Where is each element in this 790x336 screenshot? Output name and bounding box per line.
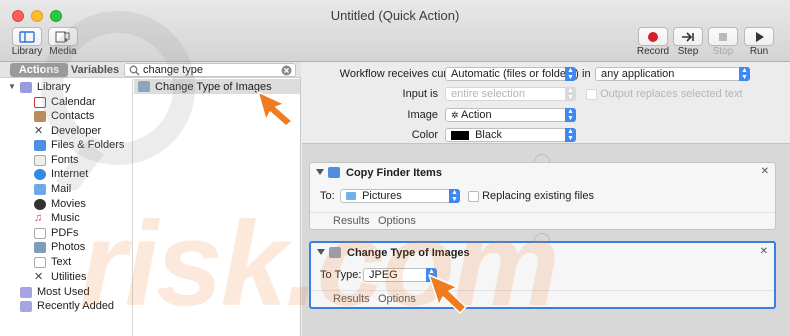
close-icon[interactable]: ✕ <box>761 166 769 177</box>
sidebar-item-label: Text <box>51 256 72 268</box>
action-connector <box>534 233 550 241</box>
replacing-label: Replacing existing files <box>482 190 594 202</box>
preview-icon <box>329 247 341 258</box>
sidebar-item-pdfs[interactable]: PDFs <box>34 226 79 240</box>
stop-button[interactable] <box>708 27 738 46</box>
sidebar-item-music[interactable]: ♫ Music <box>34 211 80 225</box>
chevron-updown-icon: ▲▼ <box>739 67 750 81</box>
folder-icon <box>346 192 356 201</box>
sidebar-item-movies[interactable]: Movies <box>34 197 86 211</box>
sidebar-item-label: Photos <box>51 241 86 253</box>
action-title: Copy Finder Items <box>346 167 442 179</box>
action-header: Copy Finder Items ✕ <box>310 163 775 183</box>
run-button[interactable] <box>744 27 774 46</box>
disclosure-triangle-icon[interactable] <box>317 249 325 255</box>
clear-search-icon[interactable] <box>281 65 292 76</box>
photos-icon <box>34 241 46 253</box>
color-value: Black <box>475 129 502 141</box>
sidebar-item-utilities[interactable]: ✕ Utilities <box>34 270 86 284</box>
results-tab[interactable]: Results <box>333 215 370 227</box>
sidebar-item-label: Movies <box>51 198 86 210</box>
action-connector <box>534 154 550 162</box>
sidebar-item-label: Recently Added <box>37 300 115 312</box>
application-value: any application <box>601 68 675 80</box>
sidebar-item-most-used[interactable]: Most Used <box>20 285 90 299</box>
music-icon: ♫ <box>34 211 43 224</box>
chevron-updown-icon: ▲▼ <box>565 108 576 122</box>
smart-folder-icon <box>20 300 32 312</box>
action-tabs: Results Options <box>310 212 775 229</box>
input-is-value: entire selection <box>451 88 525 100</box>
record-button[interactable] <box>638 27 668 46</box>
record-icon <box>648 31 658 42</box>
options-tab[interactable]: Options <box>378 215 416 227</box>
destination-value: Pictures <box>362 190 402 202</box>
watermark-magnifier-logo <box>41 11 195 190</box>
step-button[interactable] <box>673 27 703 46</box>
image-popup[interactable]: ✲ Action ▲ ▼ <box>445 108 576 122</box>
workflow-pane: Workflow receives current Automatic (fil… <box>302 62 790 336</box>
chevron-updown-icon: ▲▼ <box>565 128 576 142</box>
smart-folder-icon <box>20 286 32 298</box>
image-label: Image <box>407 109 438 121</box>
utilities-icon: ✕ <box>34 270 44 283</box>
run-icon <box>756 31 764 42</box>
sidebar-item-label: PDFs <box>51 227 79 239</box>
library-toggle-button[interactable] <box>12 27 42 46</box>
replacing-checkbox[interactable]: Replacing existing files <box>468 190 594 202</box>
sidebar-item-text[interactable]: Text <box>34 255 71 269</box>
action-copy-finder-items[interactable]: Copy Finder Items ✕ To: Pictures ▲ ▼ Repl… <box>309 162 776 230</box>
color-swatch <box>451 130 469 140</box>
sidebar-item-photos[interactable]: Photos <box>34 240 85 254</box>
color-popup[interactable]: Black ▲ ▼ <box>445 128 576 142</box>
chevron-updown-icon: ▲▼ <box>449 189 460 203</box>
run-label: Run <box>749 46 769 57</box>
action-change-type-of-images[interactable]: Change Type of Images ✕ To Type: JPEG ▲▼… <box>309 241 776 309</box>
close-icon[interactable]: ✕ <box>760 246 768 257</box>
sidebar-item-recently-added[interactable]: Recently Added <box>20 299 114 313</box>
sidebar-item-label: Utilities <box>51 271 87 283</box>
results-tab[interactable]: Results <box>333 293 370 305</box>
action-tabs: Results Options <box>311 290 774 307</box>
to-label: To: <box>320 190 335 202</box>
application-popup[interactable]: any application ▲ ▼ <box>595 67 750 81</box>
finder-icon <box>328 167 340 178</box>
step-icon <box>682 31 694 42</box>
receives-value: Automatic (files or folders) <box>451 68 579 80</box>
receives-label: Workflow receives current <box>339 68 466 80</box>
movies-icon <box>34 198 46 210</box>
arrow-pointer-icon <box>257 91 293 127</box>
input-is-popup[interactable]: entire selection ▲ ▼ <box>445 87 576 101</box>
color-label: Color <box>411 129 438 141</box>
library-folder-icon <box>19 81 32 93</box>
options-tab[interactable]: Options <box>378 293 416 305</box>
workflow-properties: Workflow receives current Automatic (fil… <box>302 62 790 144</box>
action-title: Change Type of Images <box>347 247 470 259</box>
checkbox-icon <box>586 88 597 100</box>
to-type-label: To Type: <box>320 269 362 281</box>
output-replaces-label: Output replaces selected text <box>600 88 743 100</box>
sidebar-item-label: Most Used <box>37 286 90 298</box>
arrow-pointer-icon <box>428 274 467 314</box>
library-icon <box>19 30 35 43</box>
stop-icon <box>719 32 727 41</box>
output-replaces-checkbox[interactable]: Output replaces selected text <box>586 88 743 100</box>
in-label: in <box>582 68 591 80</box>
to-type-value: JPEG <box>369 269 398 281</box>
pdfs-icon <box>34 227 46 239</box>
sidebar-item-label: Music <box>51 212 80 224</box>
receives-popup[interactable]: Automatic (files or folders) ▲ ▼ <box>445 67 579 81</box>
gear-icon: ✲ <box>451 110 459 120</box>
disclosure-triangle-icon[interactable]: ▼ <box>8 80 16 94</box>
input-is-label: Input is <box>402 88 438 100</box>
destination-popup[interactable]: Pictures ▲ ▼ <box>340 189 460 203</box>
image-value: Action <box>461 109 492 121</box>
action-header: Change Type of Images ✕ <box>311 243 774 263</box>
disclosure-triangle-icon[interactable] <box>316 169 324 175</box>
chevron-updown-icon: ▲▼ <box>565 87 576 101</box>
checkbox-icon <box>468 190 479 202</box>
text-icon <box>34 256 46 268</box>
chevron-updown-icon: ▲▼ <box>565 67 576 81</box>
